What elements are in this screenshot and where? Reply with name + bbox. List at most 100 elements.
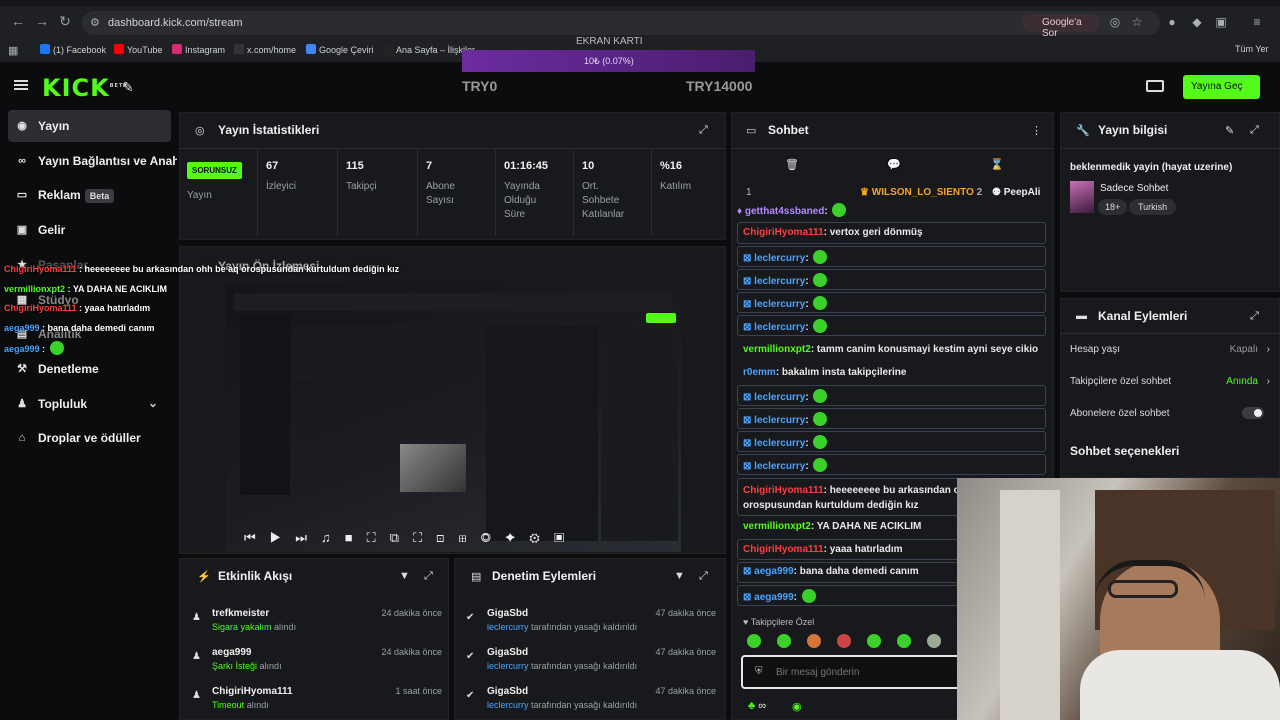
kick-logo[interactable]: KICKBETA bbox=[42, 74, 128, 102]
subs-only-toggle[interactable] bbox=[1242, 407, 1264, 419]
menu-icon[interactable]: ≡ bbox=[1250, 15, 1264, 29]
category-name[interactable]: Sadece Sohbet bbox=[1100, 183, 1168, 194]
points-icon[interactable]: ♣ ∞ bbox=[748, 700, 766, 712]
emote-icon[interactable] bbox=[867, 634, 881, 648]
trash-icon[interactable]: 🗑 bbox=[785, 158, 799, 171]
chat-message[interactable]: ⊠ leclercurry: bbox=[737, 315, 1046, 336]
tag-pill[interactable]: 18+ bbox=[1098, 199, 1128, 215]
browser-tabstrip bbox=[0, 0, 1280, 6]
kick-points-icon[interactable]: ◉ bbox=[792, 700, 802, 713]
emote-icon[interactable] bbox=[747, 634, 761, 648]
chat-message[interactable]: vermillionxpt2: tamm canim konusmayi kes… bbox=[737, 344, 1046, 355]
more-options-icon[interactable]: ⋮ bbox=[1031, 124, 1042, 137]
sidebar-item-moderation[interactable]: ⚒ Denetleme bbox=[0, 353, 175, 387]
chat-message[interactable]: ⊠ leclercurry: bbox=[737, 454, 1046, 475]
hourglass-icon[interactable]: ⌛ bbox=[990, 158, 1004, 171]
nested-browser-bar bbox=[234, 293, 672, 311]
actions-divider bbox=[1060, 333, 1280, 334]
webcam-door bbox=[1000, 490, 1060, 720]
category-thumbnail[interactable] bbox=[1070, 181, 1094, 213]
stream-title: beklenmedik yayin (hayat uzerine) bbox=[1070, 162, 1233, 173]
moderation-item: ✔ GigaSbd leclercurry tarafından yasağı … bbox=[466, 608, 716, 632]
emote-icon[interactable] bbox=[927, 634, 941, 648]
expand-icon[interactable]: ⤢ bbox=[424, 570, 433, 583]
chat-message[interactable]: ⊠ leclercurry: bbox=[737, 269, 1046, 290]
emote-bar[interactable] bbox=[745, 634, 955, 650]
pin-icon[interactable]: ✎ bbox=[122, 79, 134, 96]
bookmark-youtube[interactable]: YouTube bbox=[114, 44, 162, 55]
bookmark-x[interactable]: x.com/home bbox=[234, 44, 296, 55]
hamburger-menu-icon[interactable] bbox=[14, 80, 28, 90]
site-info-icon[interactable]: ⚙ bbox=[90, 16, 100, 29]
address-bar[interactable] bbox=[82, 11, 1160, 35]
goal-max: TRY14000 bbox=[686, 78, 753, 94]
chat-message[interactable]: ♦ getthat4ssbaned: bbox=[737, 203, 1046, 219]
link-icon: ∞ bbox=[18, 155, 26, 167]
tag-pill[interactable]: Turkish bbox=[1129, 199, 1177, 215]
message-icon[interactable]: 💬 bbox=[887, 158, 901, 171]
sidebar-item-drops[interactable]: ⌂ Droplar ve ödüller bbox=[0, 422, 175, 456]
mod-badge-icon: ⊠ bbox=[743, 392, 752, 403]
chevron-right-icon: › bbox=[1266, 344, 1270, 355]
chat-message[interactable]: ⊠ leclercurry: bbox=[737, 431, 1046, 452]
google-ask-button[interactable]: Google'a Sor bbox=[1022, 14, 1100, 39]
back-icon[interactable]: ← bbox=[10, 13, 26, 29]
emote-icon[interactable] bbox=[837, 634, 851, 648]
nested-info bbox=[601, 326, 678, 541]
nested-sidebar bbox=[240, 315, 290, 495]
top-gifter[interactable]: ♛ WILSON_LO_SIENTO 2 bbox=[860, 187, 982, 198]
followers-only-row[interactable]: Takipçilere özel sohbet Anında › bbox=[1070, 376, 1270, 387]
all-bookmarks[interactable]: Tüm Yer bbox=[1235, 44, 1269, 54]
account-age-row[interactable]: Hesap yaşı Kapalı › bbox=[1070, 344, 1270, 355]
puzzle-icon[interactable]: ▣ bbox=[1214, 15, 1228, 29]
bookmark-star-icon[interactable]: ☆ bbox=[1130, 15, 1144, 29]
emote-icon[interactable] bbox=[897, 634, 911, 648]
chat-message[interactable]: ⊠ leclercurry: bbox=[737, 385, 1046, 406]
chat-message[interactable]: r0emm: bakalım insta takipçilerine bbox=[737, 367, 1046, 378]
chat-input[interactable] bbox=[776, 663, 956, 681]
subs-only-row: Abonelere özel sohbet bbox=[1070, 408, 1170, 419]
list-icon: ▤ bbox=[471, 571, 482, 583]
expand-icon[interactable]: ⤢ bbox=[1250, 124, 1259, 137]
chat-message[interactable]: ChigiriHyoma111: vertox geri dönmüş bbox=[737, 222, 1046, 244]
chat-message[interactable]: ⊠ leclercurry: bbox=[737, 246, 1046, 267]
sidebar-item-community[interactable]: ♟ Topluluk ⌄ bbox=[0, 388, 175, 422]
filter-icon[interactable]: ▼ bbox=[674, 570, 685, 582]
stat-engagement: %16 Katılım bbox=[651, 150, 726, 236]
reload-icon[interactable]: ↻ bbox=[57, 13, 73, 29]
extension-icon[interactable]: ● bbox=[1165, 15, 1179, 29]
emote-icon bbox=[832, 203, 847, 217]
sidebar-item-ads[interactable]: ▭ Reklam Beta bbox=[0, 179, 175, 213]
emote-icon[interactable] bbox=[777, 634, 791, 648]
bookmark-google-translate[interactable]: Google Çeviri bbox=[306, 44, 374, 55]
chat-message[interactable]: ⊠ leclercurry: bbox=[737, 292, 1046, 313]
eye-off-icon[interactable]: ◎ bbox=[1108, 15, 1122, 29]
expand-icon[interactable]: ⤢ bbox=[1250, 310, 1259, 323]
keyboard-icon[interactable] bbox=[1146, 80, 1164, 92]
emote-icon[interactable] bbox=[807, 634, 821, 648]
sidebar-item-stream[interactable]: ◉ Yayın bbox=[0, 110, 175, 144]
mod-badge-icon: ⊠ bbox=[743, 415, 752, 426]
top-gifter[interactable]: ⚉ PeepAli bbox=[992, 187, 1040, 198]
emote-icon bbox=[813, 435, 828, 449]
filter-icon[interactable]: ▼ bbox=[399, 570, 410, 582]
chat-message[interactable]: ⊠ leclercurry: bbox=[737, 408, 1046, 429]
bookmark-instagram[interactable]: Instagram bbox=[172, 44, 225, 55]
extension-2-icon[interactable]: ◆ bbox=[1190, 15, 1204, 29]
apps-grid-icon[interactable]: ▦ bbox=[8, 44, 18, 57]
forward-icon[interactable]: → bbox=[34, 13, 50, 29]
pinned-count: 1 bbox=[746, 187, 752, 198]
edit-icon[interactable]: ✎ bbox=[1225, 124, 1234, 137]
gift-icon: ⌂ bbox=[18, 432, 26, 444]
expand-icon[interactable]: ⤢ bbox=[699, 124, 708, 137]
sidebar-item-revenue[interactable]: ▣ Gelir bbox=[0, 214, 175, 248]
chat-divider bbox=[731, 148, 1054, 149]
bookmark-facebook[interactable]: (1) Facebook bbox=[40, 44, 106, 55]
expand-icon[interactable]: ⤢ bbox=[699, 570, 708, 583]
chat-options-title: Sohbet seçenekleri bbox=[1070, 444, 1180, 458]
emote-icon bbox=[813, 412, 828, 426]
player-controls[interactable]: ⏮▶⏭♫■⛶⧉⛶⊡⊞◎✦⚙▣ bbox=[244, 530, 674, 550]
sidebar-item-stream-key[interactable]: ∞Yayın Bağlantısı ve Anahtarı bbox=[0, 145, 177, 179]
video-overlay-msg: aega999 : bbox=[4, 341, 64, 355]
go-live-button[interactable]: Yayına Geç bbox=[1183, 75, 1260, 99]
